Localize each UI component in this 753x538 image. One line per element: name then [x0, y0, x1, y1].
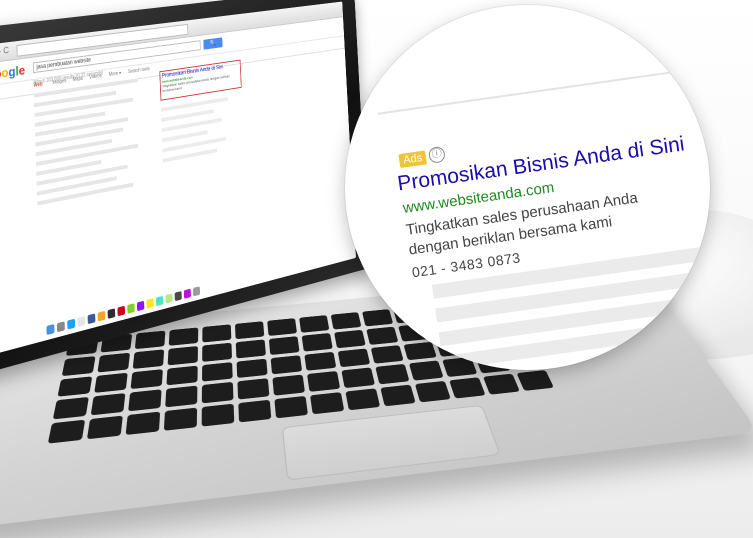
divider [377, 62, 710, 115]
keyboard-key [361, 309, 394, 327]
keyboard-key [134, 330, 166, 350]
keyboard-key [267, 318, 297, 336]
keyboard-key [97, 352, 131, 373]
ads-badge: Ads [398, 150, 428, 169]
chrome-icon[interactable] [97, 310, 106, 322]
keyboard-key [166, 365, 198, 386]
tab-search-tools[interactable]: Search tools [128, 66, 150, 75]
keyboard-key [52, 397, 89, 420]
trackpad [281, 404, 501, 481]
magnified-ad: Ads ⓘ Promosikan Bisnis Anda di Sini www… [355, 5, 710, 370]
keyboard-key [236, 358, 268, 379]
keyboard-key [337, 348, 371, 368]
keyboard-key [414, 381, 451, 403]
keyboard-key [130, 368, 163, 390]
keyboard-key [168, 327, 199, 346]
launchpad-icon[interactable] [56, 321, 65, 333]
keyboard-key [270, 354, 303, 375]
laptop-screen: ◀ ▶ C Google jasa pembuatan website 🔍 We… [0, 1, 356, 356]
app-icon-6[interactable] [165, 293, 173, 304]
search-results-placeholder [33, 77, 153, 212]
calendar-icon[interactable] [77, 316, 86, 327]
laptop-scene: ◀ ▶ C Google jasa pembuatan website 🔍 We… [0, 0, 753, 538]
keyboard-key [268, 336, 300, 355]
keyboard-key [299, 315, 330, 333]
keyboard-key [237, 378, 270, 400]
keyboard-key [202, 342, 233, 362]
keyboard-key [516, 370, 554, 391]
terminal-icon[interactable] [107, 308, 116, 319]
back-forward-icon[interactable]: ◀ ▶ C [0, 45, 9, 59]
keyboard-key [47, 419, 86, 444]
keyboard-key [274, 396, 309, 419]
twitter-icon[interactable] [67, 318, 76, 330]
keyboard-key [57, 375, 93, 398]
keyboard-key [90, 393, 126, 416]
keyboard-key [86, 415, 123, 440]
keyboard-key [165, 385, 198, 408]
app-icon-2[interactable] [127, 303, 135, 314]
keyboard-key [341, 367, 376, 389]
app-icon[interactable] [117, 305, 126, 317]
keyboard-key [234, 321, 265, 340]
keyboard-key [449, 377, 486, 399]
search-button[interactable]: 🔍 [203, 37, 223, 50]
keyboard-key [272, 374, 306, 396]
app-icon-3[interactable] [136, 300, 145, 312]
keyboard-key [304, 351, 337, 372]
trash-icon[interactable] [192, 286, 201, 297]
google-logo[interactable]: Google [0, 63, 25, 83]
keyboard-key [128, 389, 162, 412]
magnifier-circle: Ads ⓘ Promosikan Bisnis Anda di Sini www… [345, 5, 710, 370]
keyboard-key [366, 326, 399, 345]
tab-more[interactable]: More ▾ [109, 70, 121, 77]
keyboard-key [125, 411, 161, 436]
keyboard-key [370, 344, 404, 365]
keyboard-key [235, 339, 266, 359]
info-icon[interactable]: ⓘ [427, 145, 446, 164]
keyboard-key [61, 355, 96, 376]
keyboard-key [380, 384, 416, 407]
app-icon-8[interactable] [183, 288, 192, 299]
keyboard-key [330, 312, 362, 330]
keyboard-key [201, 382, 234, 404]
keyboard-key [202, 361, 233, 382]
app-icon-7[interactable] [174, 290, 182, 302]
app-icon-4[interactable] [146, 298, 154, 309]
side-results-placeholder [160, 96, 238, 169]
keyboard-key [307, 371, 341, 393]
keyboard-key [310, 392, 345, 415]
keyboard-key [238, 399, 272, 423]
keyboard-key [167, 345, 198, 366]
finder-icon[interactable] [46, 323, 55, 336]
facebook-icon[interactable] [87, 313, 96, 325]
keyboard-key [163, 407, 198, 431]
app-icon-5[interactable] [155, 295, 164, 307]
keyboard-key [201, 403, 235, 427]
keyboard-key [202, 324, 232, 343]
keyboard-key [94, 372, 128, 394]
keyboard-key [301, 332, 333, 352]
keyboard-key [132, 349, 165, 369]
keyboard-key [345, 388, 381, 411]
keyboard-key [483, 373, 520, 395]
keyboard-key [334, 329, 366, 348]
